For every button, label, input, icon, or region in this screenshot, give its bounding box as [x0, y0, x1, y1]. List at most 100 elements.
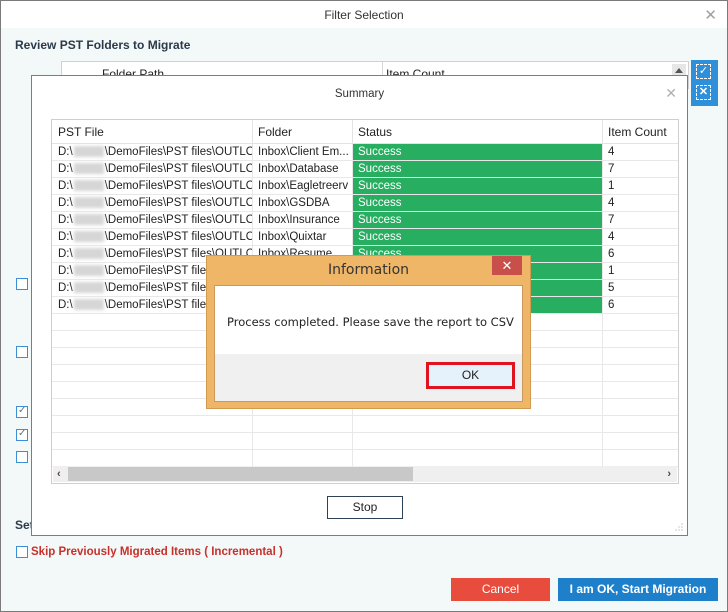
redacted-username [73, 299, 104, 311]
cell-pst-file: D:\ \DemoFiles\PST files\OUTLO... [53, 212, 253, 228]
cell-status: Success [353, 178, 603, 194]
path-text: \DemoFiles\PST files\OUTLO... [104, 146, 253, 158]
close-icon[interactable]: ✕ [704, 6, 717, 24]
drive-text: D:\ [58, 163, 73, 175]
cell-item-count: 6 [603, 297, 678, 313]
cell-status: Success [353, 144, 603, 160]
drive-text: D:\ [58, 197, 73, 209]
cell-item-count: 7 [603, 212, 678, 228]
folder-checkbox[interactable] [16, 428, 28, 441]
info-message: Process completed. Please save the repor… [227, 315, 514, 329]
cancel-button[interactable]: Cancel [451, 578, 550, 601]
skip-incremental-label[interactable]: Skip Previously Migrated Items ( Increme… [31, 546, 283, 558]
path-text: \DemoFiles\PST files\OUTLO... [104, 214, 253, 226]
redacted-username [73, 265, 104, 277]
path-text: \DemoFiles\PST files\OUTLO... [104, 231, 253, 243]
cell-status: Success [353, 212, 603, 228]
empty-cell [53, 416, 253, 432]
select-all-check-icon[interactable]: ✓ [696, 64, 711, 79]
section-heading: Review PST Folders to Migrate [15, 38, 191, 52]
scroll-right-arrow-icon[interactable]: › [667, 466, 671, 482]
window-title: Filter Selection [324, 8, 404, 22]
redacted-username [73, 180, 104, 192]
column-header-status[interactable]: Status [353, 120, 603, 144]
cell-item-count: 5 [603, 280, 678, 296]
cell-status: Success [353, 161, 603, 177]
stop-button[interactable]: Stop [327, 496, 403, 519]
redacted-username [73, 231, 104, 243]
info-footer: OK [215, 354, 522, 401]
cell-status: Success [353, 195, 603, 211]
column-header-pst-file[interactable]: PST File [53, 120, 253, 144]
table-row[interactable]: D:\ \DemoFiles\PST files\OUTLO... Inbox\GS… [52, 195, 678, 212]
grid-header: PST File Folder Status Item Count [52, 120, 678, 144]
table-row[interactable]: D:\ \DemoFiles\PST files\OUTLO... Inbox\Qu… [52, 229, 678, 246]
cell-folder: Inbox\GSDBA [253, 195, 353, 211]
empty-cell [603, 450, 678, 466]
empty-cell [603, 399, 678, 415]
empty-cell [253, 450, 353, 466]
empty-row [52, 416, 678, 433]
redacted-username [73, 214, 104, 226]
table-row[interactable]: D:\ \DemoFiles\PST files\OUTLO... Inbox\Ea… [52, 178, 678, 195]
empty-cell [603, 365, 678, 381]
cell-item-count: 1 [603, 263, 678, 279]
deselect-all-x-icon[interactable]: ✕ [696, 85, 711, 100]
drive-text: D:\ [58, 214, 73, 226]
cell-folder: Inbox\Eagletreerv [253, 178, 353, 194]
start-migration-button[interactable]: I am OK, Start Migration [558, 578, 718, 601]
empty-cell [603, 314, 678, 330]
empty-row [52, 450, 678, 467]
column-header-folder[interactable]: Folder [253, 120, 353, 144]
empty-cell [253, 433, 353, 449]
column-header-item-count[interactable]: Item Count [603, 120, 678, 144]
path-text: \DemoFiles\PST files\OUTLO... [104, 163, 253, 175]
redacted-username [73, 163, 104, 175]
cell-pst-file: D:\ \DemoFiles\PST files\OUTLO... [53, 161, 253, 177]
close-icon[interactable]: ✕ [665, 85, 677, 102]
empty-cell [353, 450, 603, 466]
folder-checkbox[interactable] [16, 346, 28, 358]
close-icon[interactable]: ✕ [492, 256, 522, 275]
cell-folder: Inbox\Client Em... [253, 144, 353, 160]
cell-pst-file: D:\ \DemoFiles\PST files\OUTLO... [53, 195, 253, 211]
table-row[interactable]: D:\ \DemoFiles\PST files\OUTLO... Inbox\In… [52, 212, 678, 229]
title-bar: Filter Selection ✕ [1, 1, 727, 28]
redacted-username [73, 197, 104, 209]
empty-cell [603, 433, 678, 449]
info-title: Information [327, 262, 410, 278]
redacted-username [73, 146, 104, 158]
cell-pst-file: D:\ \DemoFiles\PST files\OUTLO... [53, 178, 253, 194]
empty-cell [603, 348, 678, 364]
cell-item-count: 4 [603, 229, 678, 245]
folder-checkbox[interactable] [16, 405, 28, 418]
empty-cell [353, 433, 603, 449]
cell-item-count: 4 [603, 144, 678, 160]
summary-title: Summary [334, 88, 385, 100]
path-text: \DemoFiles\PST files\OUTLO... [104, 180, 253, 192]
redacted-username [73, 282, 104, 294]
empty-cell [603, 416, 678, 432]
resize-grip-icon[interactable] [675, 523, 683, 531]
cell-pst-file: D:\ \DemoFiles\PST files\OUTLO... [53, 229, 253, 245]
empty-cell [253, 416, 353, 432]
drive-text: D:\ [58, 231, 73, 243]
scrollbar-thumb[interactable] [68, 467, 413, 481]
folder-checkbox[interactable] [16, 451, 28, 463]
table-row[interactable]: D:\ \DemoFiles\PST files\OUTLO... Inbox\Cl… [52, 144, 678, 161]
empty-cell [53, 450, 253, 466]
horizontal-scrollbar[interactable]: ‹ › [53, 466, 677, 482]
empty-cell [603, 382, 678, 398]
info-body: Process completed. Please save the repor… [214, 285, 523, 402]
skip-incremental-option[interactable]: Skip Previously Migrated Items ( Increme… [16, 546, 283, 558]
drive-text: D:\ [58, 146, 73, 158]
skip-incremental-checkbox[interactable] [16, 546, 28, 558]
cell-folder: Inbox\Quixtar [253, 229, 353, 245]
empty-cell [603, 331, 678, 347]
ok-button[interactable]: OK [426, 362, 515, 389]
folder-checkbox[interactable] [16, 278, 28, 290]
cell-item-count: 7 [603, 161, 678, 177]
table-row[interactable]: D:\ \DemoFiles\PST files\OUTLO... Inbox\Da… [52, 161, 678, 178]
empty-cell [353, 416, 603, 432]
scroll-left-arrow-icon[interactable]: ‹ [57, 466, 61, 482]
